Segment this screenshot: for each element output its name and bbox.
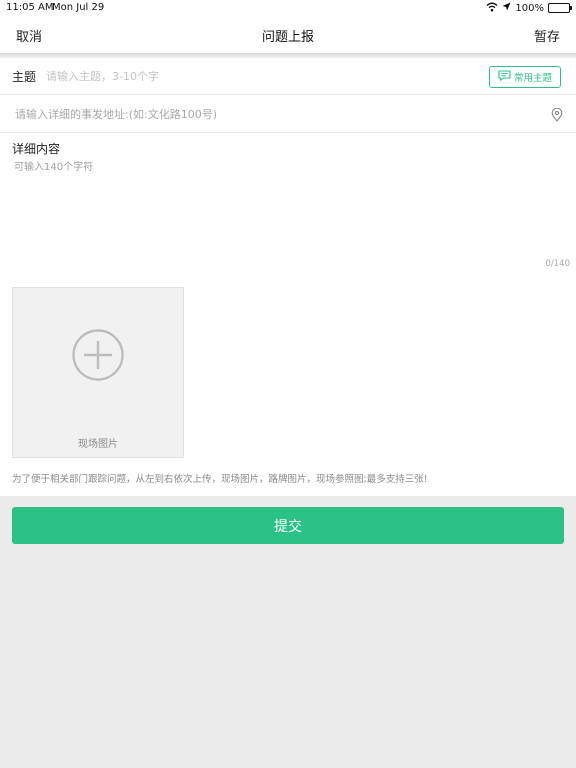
location-pin-icon[interactable] bbox=[551, 107, 563, 126]
common-subject-button[interactable]: 常用主题 bbox=[489, 66, 561, 88]
subject-label: 主题 bbox=[12, 70, 37, 84]
navigation-bar: 取消 问题上报 暂存 bbox=[0, 16, 576, 54]
message-icon bbox=[498, 70, 511, 84]
char-counter: 0/140 bbox=[545, 259, 571, 269]
status-time: 11:05 AM bbox=[6, 2, 54, 13]
upload-hint: 为了便于相关部门跟踪问题，从左到右依次上传，现场图片，路牌图片，现场参照图;最多… bbox=[12, 474, 428, 485]
common-subject-label: 常用主题 bbox=[513, 73, 552, 84]
status-right: 100% bbox=[486, 1, 572, 15]
status-date: Mon Jul 29 bbox=[52, 2, 105, 13]
location-arrow-icon bbox=[502, 2, 511, 14]
address-input[interactable] bbox=[15, 104, 515, 124]
detail-textarea[interactable] bbox=[14, 158, 562, 258]
submit-button[interactable]: 提交 bbox=[12, 507, 564, 544]
status-bar: 11:05 AM Mon Jul 29 100% bbox=[0, 0, 576, 16]
wifi-icon bbox=[486, 2, 498, 15]
subject-row: 主题 常用主题 bbox=[0, 58, 576, 95]
save-draft-button[interactable]: 暂存 bbox=[534, 26, 560, 45]
page-title: 问题上报 bbox=[261, 30, 314, 45]
battery-icon bbox=[548, 3, 572, 13]
report-form: 主题 常用主题 详细内容 0/140 bbox=[0, 58, 576, 496]
photo-label: 现场图片 bbox=[78, 439, 118, 450]
battery-percent: 100% bbox=[515, 2, 544, 14]
add-photo-icon bbox=[71, 328, 125, 386]
detail-title: 详细内容 bbox=[12, 142, 61, 156]
address-row bbox=[0, 95, 576, 133]
subject-input[interactable] bbox=[46, 66, 346, 86]
photo-upload-box[interactable]: 现场图片 bbox=[12, 287, 184, 458]
